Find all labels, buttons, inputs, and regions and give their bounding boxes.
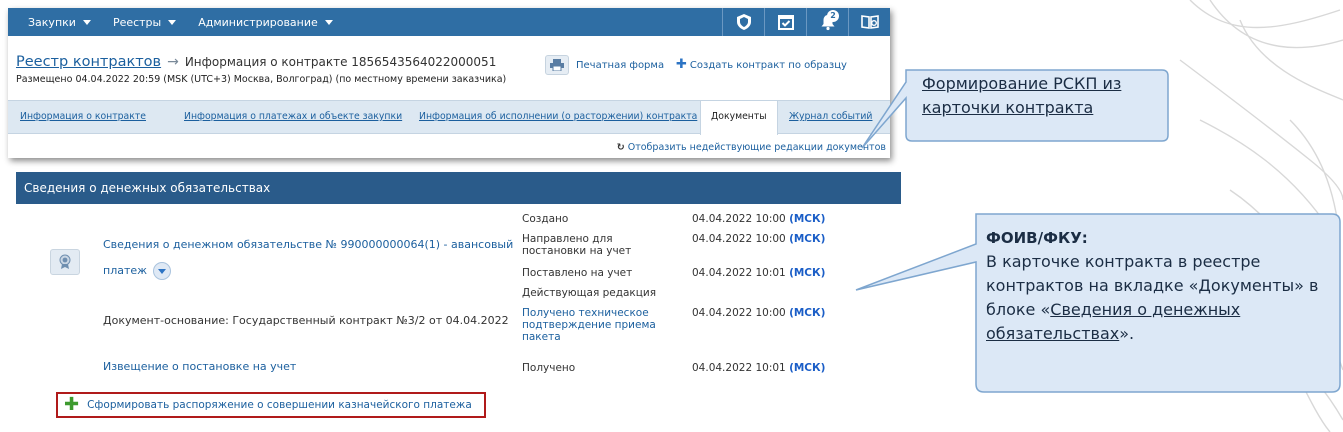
callout-foiv: ФОИВ/ФКУ: В карточке контракта в реестре… bbox=[986, 229, 1319, 343]
callout-shapes bbox=[855, 69, 1341, 393]
callout-rskp: Формирование РСКП из карточки контракта bbox=[922, 74, 1122, 117]
